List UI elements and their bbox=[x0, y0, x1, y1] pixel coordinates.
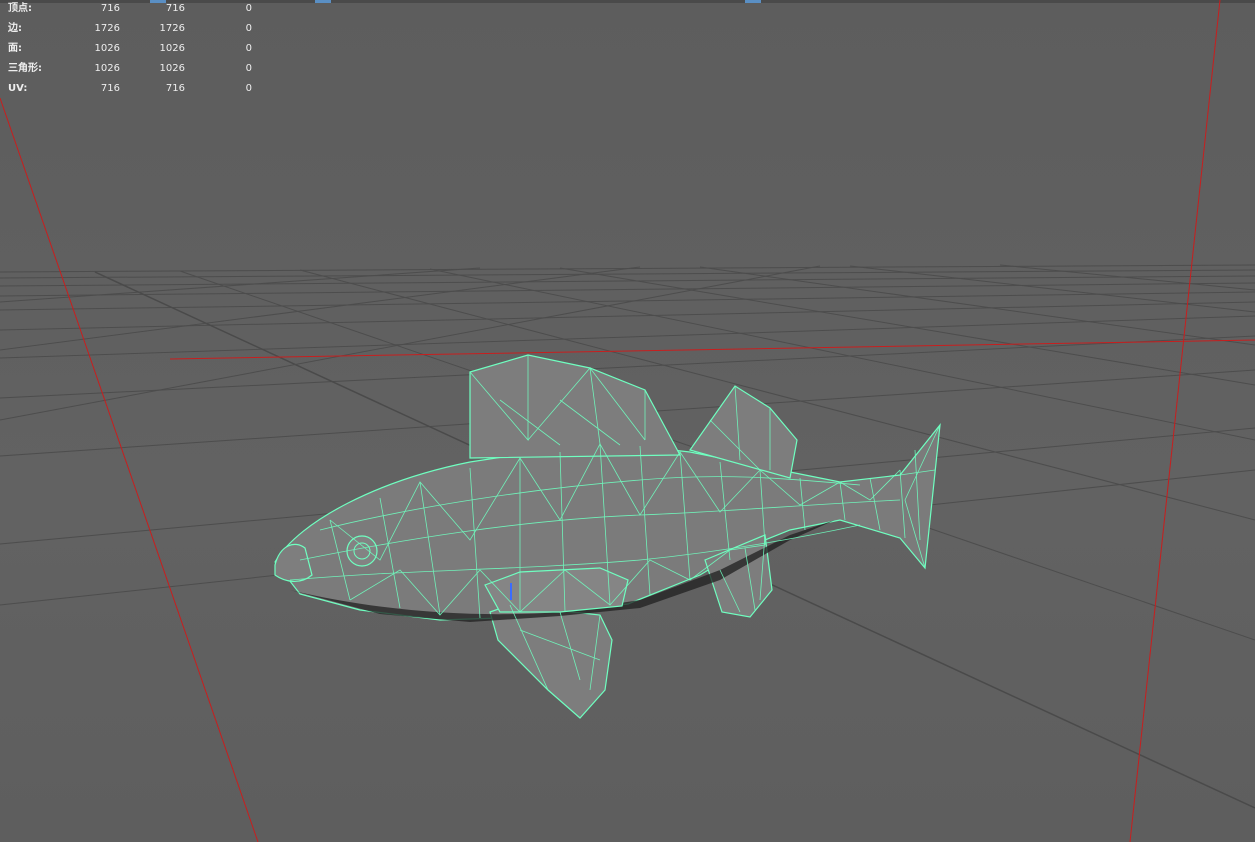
hud-row-vertices: 顶点: 716 716 0 bbox=[8, 2, 258, 22]
hud-label: 三角形: bbox=[8, 63, 42, 74]
hud-value: 0 bbox=[245, 43, 252, 54]
hud-value: 1026 bbox=[94, 43, 120, 54]
hud-label: 面: bbox=[8, 43, 22, 54]
hud-label: 边: bbox=[8, 23, 22, 34]
hud-value: 1026 bbox=[159, 43, 185, 54]
poly-count-hud: 顶点: 716 716 0 边: 1726 1726 0 面: 1026 102… bbox=[8, 2, 258, 102]
hud-value: 716 bbox=[100, 83, 120, 94]
hud-row-faces: 面: 1026 1026 0 bbox=[8, 42, 258, 62]
3d-viewport[interactable]: 顶点: 716 716 0 边: 1726 1726 0 面: 1026 102… bbox=[0, 0, 1255, 842]
hud-value: 716 bbox=[165, 83, 185, 94]
hud-row-triangles: 三角形: 1026 1026 0 bbox=[8, 62, 258, 82]
hud-row-uvs: UV: 716 716 0 bbox=[8, 82, 258, 102]
hud-value: 1026 bbox=[159, 63, 185, 74]
dorsal-fin[interactable] bbox=[469, 354, 681, 459]
scene-canvas[interactable] bbox=[0, 0, 1255, 842]
hud-row-edges: 边: 1726 1726 0 bbox=[8, 22, 258, 42]
hud-value: 1026 bbox=[94, 63, 120, 74]
hud-label: 顶点: bbox=[8, 3, 32, 14]
hud-label: UV: bbox=[8, 83, 28, 94]
hud-value: 1726 bbox=[159, 23, 185, 34]
hud-value: 0 bbox=[245, 63, 252, 74]
hud-value: 0 bbox=[245, 3, 252, 14]
hud-value: 1726 bbox=[94, 23, 120, 34]
hud-value: 716 bbox=[165, 3, 185, 14]
fish-eye bbox=[346, 535, 378, 567]
hud-value: 0 bbox=[245, 23, 252, 34]
fish-mesh[interactable] bbox=[274, 354, 941, 719]
hud-value: 716 bbox=[100, 3, 120, 14]
hud-value: 0 bbox=[245, 83, 252, 94]
